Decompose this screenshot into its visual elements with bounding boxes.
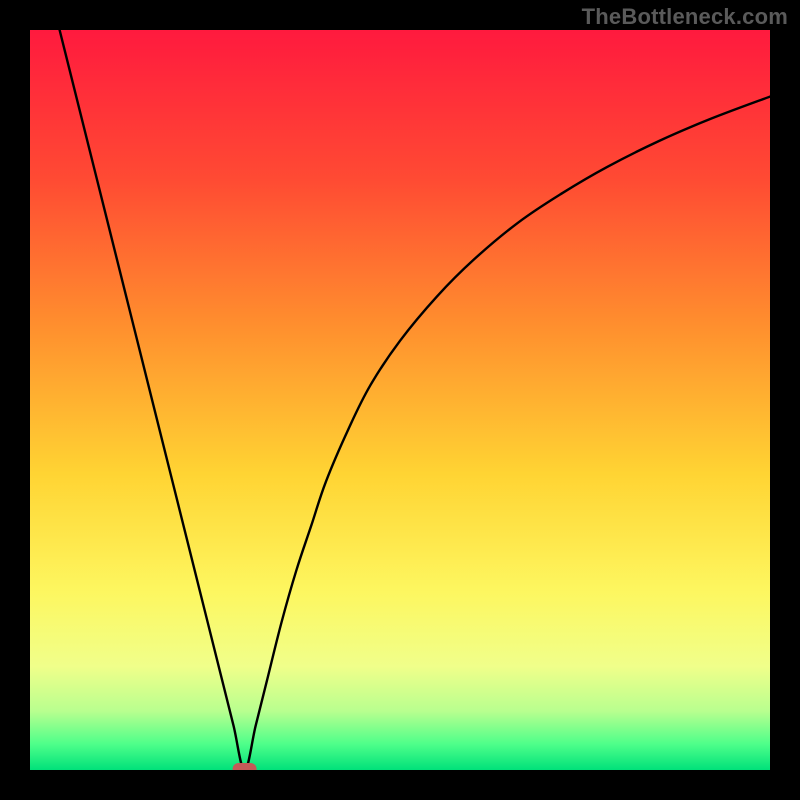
watermark-text: TheBottleneck.com	[582, 4, 788, 30]
chart-svg	[30, 30, 770, 770]
plot-area	[30, 30, 770, 770]
optimum-marker	[233, 763, 257, 770]
chart-frame: TheBottleneck.com	[0, 0, 800, 800]
